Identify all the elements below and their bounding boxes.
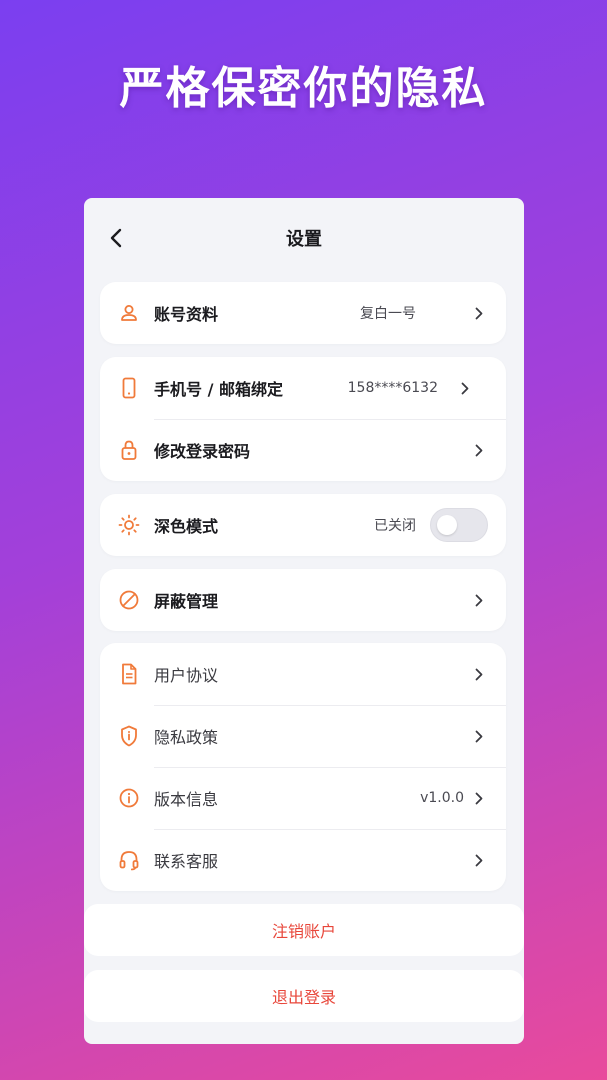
change-password-row[interactable]: 修改登录密码 bbox=[100, 419, 506, 481]
account-profile-label: 账号资料 bbox=[154, 305, 219, 324]
info-icon bbox=[118, 787, 140, 809]
chevron-right-icon bbox=[474, 729, 484, 743]
chevron-right-icon bbox=[474, 853, 484, 867]
account-nickname: 复白一号 bbox=[360, 306, 416, 322]
phone-email-binding-label: 手机号 / 邮箱绑定 bbox=[154, 380, 283, 399]
info-card: 用户协议 隐私政策 版本信息 v1.0.0 联系客服 bbox=[100, 643, 506, 891]
block-management-row[interactable]: 屏蔽管理 bbox=[100, 569, 506, 631]
block-card: 屏蔽管理 bbox=[100, 569, 506, 631]
chevron-right-icon bbox=[474, 593, 484, 607]
nav-bar: 设置 bbox=[84, 198, 524, 278]
toggle-knob bbox=[437, 515, 457, 535]
chevron-right-icon bbox=[474, 791, 484, 805]
logout-button[interactable]: 退出登录 bbox=[84, 970, 524, 1022]
account-profile-row[interactable]: 账号资料 复白一号 bbox=[100, 282, 506, 344]
user-icon bbox=[118, 302, 140, 324]
headset-icon bbox=[118, 849, 140, 871]
privacy-policy-row[interactable]: 隐私政策 bbox=[100, 705, 506, 767]
privacy-policy-label: 隐私政策 bbox=[154, 728, 219, 747]
user-agreement-row[interactable]: 用户协议 bbox=[100, 643, 506, 705]
shield-icon bbox=[118, 725, 140, 747]
dark-mode-card: 深色模式 已关闭 bbox=[100, 494, 506, 556]
lock-icon bbox=[118, 439, 140, 461]
settings-screen: 设置 账号资料 复白一号 手机号 / 邮箱绑定 158****6132 修改登录… bbox=[84, 198, 524, 1044]
version-number: v1.0.0 bbox=[420, 790, 464, 806]
dark-mode-row: 深色模式 已关闭 bbox=[100, 494, 506, 556]
sun-icon bbox=[118, 514, 140, 536]
account-card: 账号资料 复白一号 bbox=[100, 282, 506, 344]
chevron-right-icon bbox=[474, 443, 484, 457]
dark-mode-toggle[interactable] bbox=[430, 508, 488, 542]
user-agreement-label: 用户协议 bbox=[154, 666, 219, 685]
deregister-account-button[interactable]: 注销账户 bbox=[84, 904, 524, 956]
block-management-label: 屏蔽管理 bbox=[154, 592, 219, 611]
phone-email-binding-row[interactable]: 手机号 / 邮箱绑定 158****6132 bbox=[100, 357, 506, 419]
document-icon bbox=[118, 663, 140, 685]
change-password-label: 修改登录密码 bbox=[154, 442, 251, 461]
page-title: 设置 bbox=[286, 229, 322, 250]
promo-headline: 严格保密你的隐私 bbox=[119, 63, 488, 114]
phone-icon bbox=[118, 377, 140, 399]
binding-card: 手机号 / 邮箱绑定 158****6132 修改登录密码 bbox=[100, 357, 506, 481]
block-icon bbox=[118, 589, 140, 611]
chevron-right-icon bbox=[474, 306, 484, 320]
back-button[interactable] bbox=[102, 220, 130, 256]
chevron-right-icon bbox=[474, 667, 484, 681]
version-info-label: 版本信息 bbox=[154, 790, 219, 809]
bound-phone-number: 158****6132 bbox=[347, 380, 438, 396]
version-info-row[interactable]: 版本信息 v1.0.0 bbox=[100, 767, 506, 829]
customer-service-row[interactable]: 联系客服 bbox=[100, 829, 506, 891]
dark-mode-status: 已关闭 bbox=[374, 518, 416, 534]
customer-service-label: 联系客服 bbox=[154, 852, 219, 871]
chevron-left-icon bbox=[110, 228, 122, 248]
dark-mode-label: 深色模式 bbox=[154, 517, 219, 536]
chevron-right-icon bbox=[460, 381, 470, 395]
